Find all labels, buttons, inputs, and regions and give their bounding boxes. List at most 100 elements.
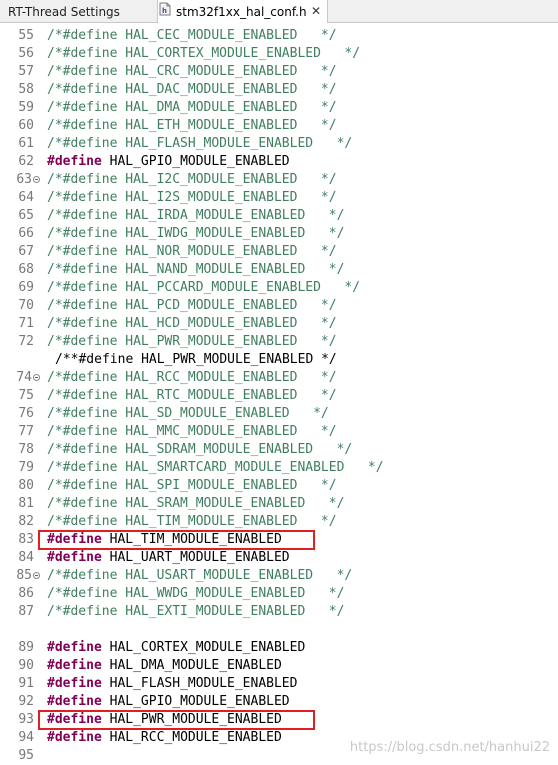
comment-text: /*#define HAL_RCC_MODULE_ENABLED */ <box>47 370 337 385</box>
fold-collapse-icon[interactable] <box>33 572 40 579</box>
define-keyword: #define <box>47 694 102 709</box>
code-text: /*#define HAL_EXTI_MODULE_ENABLED */ <box>47 603 344 621</box>
line-number: 81 <box>18 496 34 511</box>
code-line[interactable]: 60 /*#define HAL_ETH_MODULE_ENABLED */ <box>0 117 558 135</box>
code-line[interactable]: 66 /*#define HAL_IWDG_MODULE_ENABLED */ <box>0 225 558 243</box>
code-text: /*#define HAL_IWDG_MODULE_ENABLED */ <box>47 225 344 243</box>
fold-collapse-icon[interactable] <box>33 176 40 183</box>
code-line[interactable]: 71 /*#define HAL_HCD_MODULE_ENABLED */ <box>0 315 558 333</box>
code-line[interactable]: 78 /*#define HAL_SDRAM_MODULE_ENABLED */ <box>0 441 558 459</box>
code-line[interactable]: 70 /*#define HAL_PCD_MODULE_ENABLED */ <box>0 297 558 315</box>
line-number: 78 <box>18 442 34 457</box>
code-text: #define HAL_GPIO_MODULE_ENABLED <box>47 693 290 711</box>
code-line[interactable]: 86 /*#define HAL_WWDG_MODULE_ENABLED */ <box>0 585 558 603</box>
code-text: /*#define HAL_CORTEX_MODULE_ENABLED */ <box>47 45 360 63</box>
code-line[interactable]: 65 /*#define HAL_IRDA_MODULE_ENABLED */ <box>0 207 558 225</box>
code-line[interactable]: 90 #define HAL_DMA_MODULE_ENABLED <box>0 657 558 675</box>
code-text: #define HAL_DMA_MODULE_ENABLED <box>47 657 282 675</box>
code-line[interactable] <box>0 621 558 639</box>
code-text: /*#define HAL_SMARTCARD_MODULE_ENABLED *… <box>47 459 384 477</box>
code-line[interactable]: 79 /*#define HAL_SMARTCARD_MODULE_ENABLED… <box>0 459 558 477</box>
comment-text: /*#define HAL_CORTEX_MODULE_ENABLED */ <box>47 46 361 61</box>
tab-rt-thread-settings[interactable]: RT-Thread Settings <box>0 0 156 22</box>
tab-label: RT-Thread Settings <box>8 4 120 19</box>
tab-stm32f1xx-hal-conf[interactable]: h stm32f1xx_hal_conf.h ✕ <box>157 0 328 23</box>
code-line[interactable]: 56 /*#define HAL_CORTEX_MODULE_ENABLED */ <box>0 45 558 63</box>
line-number: 91 <box>18 676 34 691</box>
code-line[interactable]: 68 /*#define HAL_NAND_MODULE_ENABLED */ <box>0 261 558 279</box>
code-line[interactable]: 85 /*#define HAL_USART_MODULE_ENABLED */ <box>0 567 558 585</box>
define-keyword: #define <box>47 154 102 169</box>
line-number: 59 <box>18 100 34 115</box>
code-text: /*#define HAL_ETH_MODULE_ENABLED */ <box>47 117 337 135</box>
code-line[interactable]: 77 /*#define HAL_MMC_MODULE_ENABLED */ <box>0 423 558 441</box>
code-text: /*#define HAL_DAC_MODULE_ENABLED */ <box>47 81 337 99</box>
code-text: /*#define HAL_NAND_MODULE_ENABLED */ <box>47 261 344 279</box>
code-line[interactable]: 72 /*#define HAL_PWR_MODULE_ENABLED */ <box>0 333 558 351</box>
line-number: 84 <box>18 550 34 565</box>
close-icon[interactable]: ✕ <box>311 0 321 22</box>
define-keyword: #define <box>47 550 102 565</box>
line-number: 93 <box>18 712 34 727</box>
code-text: /*#define HAL_PWR_MODULE_ENABLED */ <box>47 333 337 351</box>
comment-text: /*#define HAL_NAND_MODULE_ENABLED */ <box>47 262 345 277</box>
line-number: 82 <box>18 514 34 529</box>
line-number: 80 <box>18 478 34 493</box>
line-number: 65 <box>18 208 34 223</box>
editor-tab-bar: RT-Thread Settings h stm32f1xx_hal_conf.… <box>0 0 558 23</box>
code-line[interactable]: 75 /*#define HAL_RTC_MODULE_ENABLED */ <box>0 387 558 405</box>
fold-collapse-icon[interactable] <box>33 374 40 381</box>
code-line[interactable]: 84 #define HAL_UART_MODULE_ENABLED <box>0 549 558 567</box>
code-text: /*#define HAL_SPI_MODULE_ENABLED */ <box>47 477 337 495</box>
line-number: 86 <box>18 586 34 601</box>
code-text: /*#define HAL_FLASH_MODULE_ENABLED */ <box>47 135 352 153</box>
line-number: 87 <box>18 604 34 619</box>
code-line[interactable]: 59 /*#define HAL_DMA_MODULE_ENABLED */ <box>0 99 558 117</box>
svg-text:h: h <box>162 7 167 15</box>
code-line[interactable]: 82 /*#define HAL_TIM_MODULE_ENABLED */ <box>0 513 558 531</box>
watermark: https://blog.csdn.net/hanhui22 <box>349 740 550 755</box>
line-number: 74 <box>16 370 32 385</box>
code-line[interactable]: 81 /*#define HAL_SRAM_MODULE_ENABLED */ <box>0 495 558 513</box>
comment-text: /*#define HAL_CEC_MODULE_ENABLED */ <box>47 28 337 43</box>
code-text: /*#define HAL_SD_MODULE_ENABLED */ <box>47 405 329 423</box>
line-number: 92 <box>18 694 34 709</box>
comment-text: /*#define HAL_DAC_MODULE_ENABLED */ <box>47 82 337 97</box>
code-line[interactable]: 91 #define HAL_FLASH_MODULE_ENABLED <box>0 675 558 693</box>
line-number: 85 <box>16 568 32 583</box>
tab-label: stm32f1xx_hal_conf.h <box>176 4 307 19</box>
code-text: #define HAL_UART_MODULE_ENABLED <box>47 549 290 567</box>
code-text: /*#define HAL_WWDG_MODULE_ENABLED */ <box>47 585 344 603</box>
code-line[interactable]: 92 #define HAL_GPIO_MODULE_ENABLED <box>0 693 558 711</box>
code-line[interactable]: 55 /*#define HAL_CEC_MODULE_ENABLED */ <box>0 27 558 45</box>
code-line[interactable]: 62 #define HAL_GPIO_MODULE_ENABLED <box>0 153 558 171</box>
code-line[interactable]: /**#define HAL_PWR_MODULE_ENABLED */ <box>0 351 558 369</box>
code-line[interactable]: 57 /*#define HAL_CRC_MODULE_ENABLED */ <box>0 63 558 81</box>
code-line[interactable]: 87 /*#define HAL_EXTI_MODULE_ENABLED */ <box>0 603 558 621</box>
code-text: #define HAL_FLASH_MODULE_ENABLED <box>47 675 297 693</box>
comment-text: /*#define HAL_SD_MODULE_ENABLED */ <box>47 406 329 421</box>
comment-text: /*#define HAL_PCCARD_MODULE_ENABLED */ <box>47 280 361 295</box>
line-number: 95 <box>18 748 34 763</box>
code-line[interactable]: 64 /*#define HAL_I2S_MODULE_ENABLED */ <box>0 189 558 207</box>
code-line[interactable]: 61 /*#define HAL_FLASH_MODULE_ENABLED */ <box>0 135 558 153</box>
code-line[interactable]: 69 /*#define HAL_PCCARD_MODULE_ENABLED */ <box>0 279 558 297</box>
code-text: /*#define HAL_PCD_MODULE_ENABLED */ <box>47 297 337 315</box>
line-number: 71 <box>18 316 34 331</box>
macro-name: HAL_UART_MODULE_ENABLED <box>101 550 290 565</box>
code-line[interactable]: 76 /*#define HAL_SD_MODULE_ENABLED */ <box>0 405 558 423</box>
line-number: 57 <box>18 64 34 79</box>
comment-text: /*#define HAL_I2C_MODULE_ENABLED */ <box>47 172 337 187</box>
code-line[interactable]: 63 /*#define HAL_I2C_MODULE_ENABLED */ <box>0 171 558 189</box>
code-line[interactable]: 74 /*#define HAL_RCC_MODULE_ENABLED */ <box>0 369 558 387</box>
macro-name: HAL_CORTEX_MODULE_ENABLED <box>101 640 306 655</box>
code-text: /*#define HAL_DMA_MODULE_ENABLED */ <box>47 99 337 117</box>
code-editor[interactable]: 55 /*#define HAL_CEC_MODULE_ENABLED */ 56 /… <box>0 23 558 765</box>
code-line[interactable]: 89 #define HAL_CORTEX_MODULE_ENABLED <box>0 639 558 657</box>
code-line[interactable]: 58 /*#define HAL_DAC_MODULE_ENABLED */ <box>0 81 558 99</box>
code-text: /*#define HAL_HCD_MODULE_ENABLED */ <box>47 315 337 333</box>
code-text: /*#define HAL_MMC_MODULE_ENABLED */ <box>47 423 337 441</box>
code-line[interactable]: 80 /*#define HAL_SPI_MODULE_ENABLED */ <box>0 477 558 495</box>
code-line[interactable]: 67 /*#define HAL_NOR_MODULE_ENABLED */ <box>0 243 558 261</box>
line-number: 58 <box>18 82 34 97</box>
